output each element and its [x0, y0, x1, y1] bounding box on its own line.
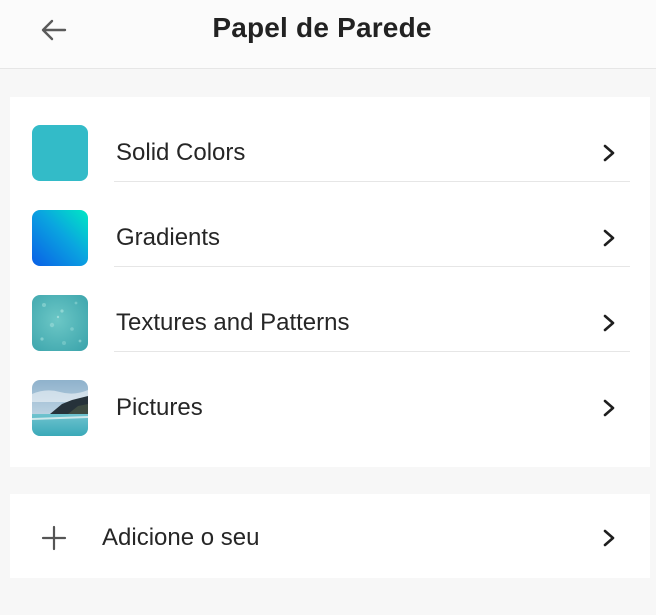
add-wallpaper-section: Adicione o seu — [10, 494, 650, 578]
list-item-label: Solid Colors — [116, 139, 246, 166]
list-item-label: Pictures — [116, 394, 203, 421]
pictures-thumbnail — [32, 380, 88, 436]
list-item-pictures[interactable]: Pictures — [10, 352, 650, 437]
page-title: Papel de Parede — [212, 12, 432, 43]
list-item-label: Textures and Patterns — [116, 309, 350, 336]
solid-colors-thumbnail — [32, 125, 88, 181]
wallpaper-category-list: Solid Colors Gradients Textures and Patt… — [10, 97, 650, 467]
top-bar: Papel de Parede — [0, 0, 656, 69]
textures-thumbnail — [32, 295, 88, 351]
chevron-right-icon — [603, 399, 615, 417]
plus-icon — [41, 525, 67, 551]
wallpaper-settings-screen: Papel de Parede Solid Colors Gradients T… — [0, 0, 656, 615]
chevron-right-icon — [603, 229, 615, 247]
chevron-right-icon — [603, 529, 615, 547]
chevron-right-icon — [603, 144, 615, 162]
add-own-wallpaper-item[interactable]: Adicione o seu — [10, 494, 650, 578]
gradients-thumbnail — [32, 210, 88, 266]
chevron-right-icon — [603, 314, 615, 332]
add-own-label: Adicione o seu — [102, 524, 260, 551]
list-item-label: Gradients — [116, 224, 221, 251]
list-item-solid-colors[interactable]: Solid Colors — [10, 97, 650, 182]
list-item-gradients[interactable]: Gradients — [10, 182, 650, 267]
list-item-textures-and-patterns[interactable]: Textures and Patterns — [10, 267, 650, 352]
